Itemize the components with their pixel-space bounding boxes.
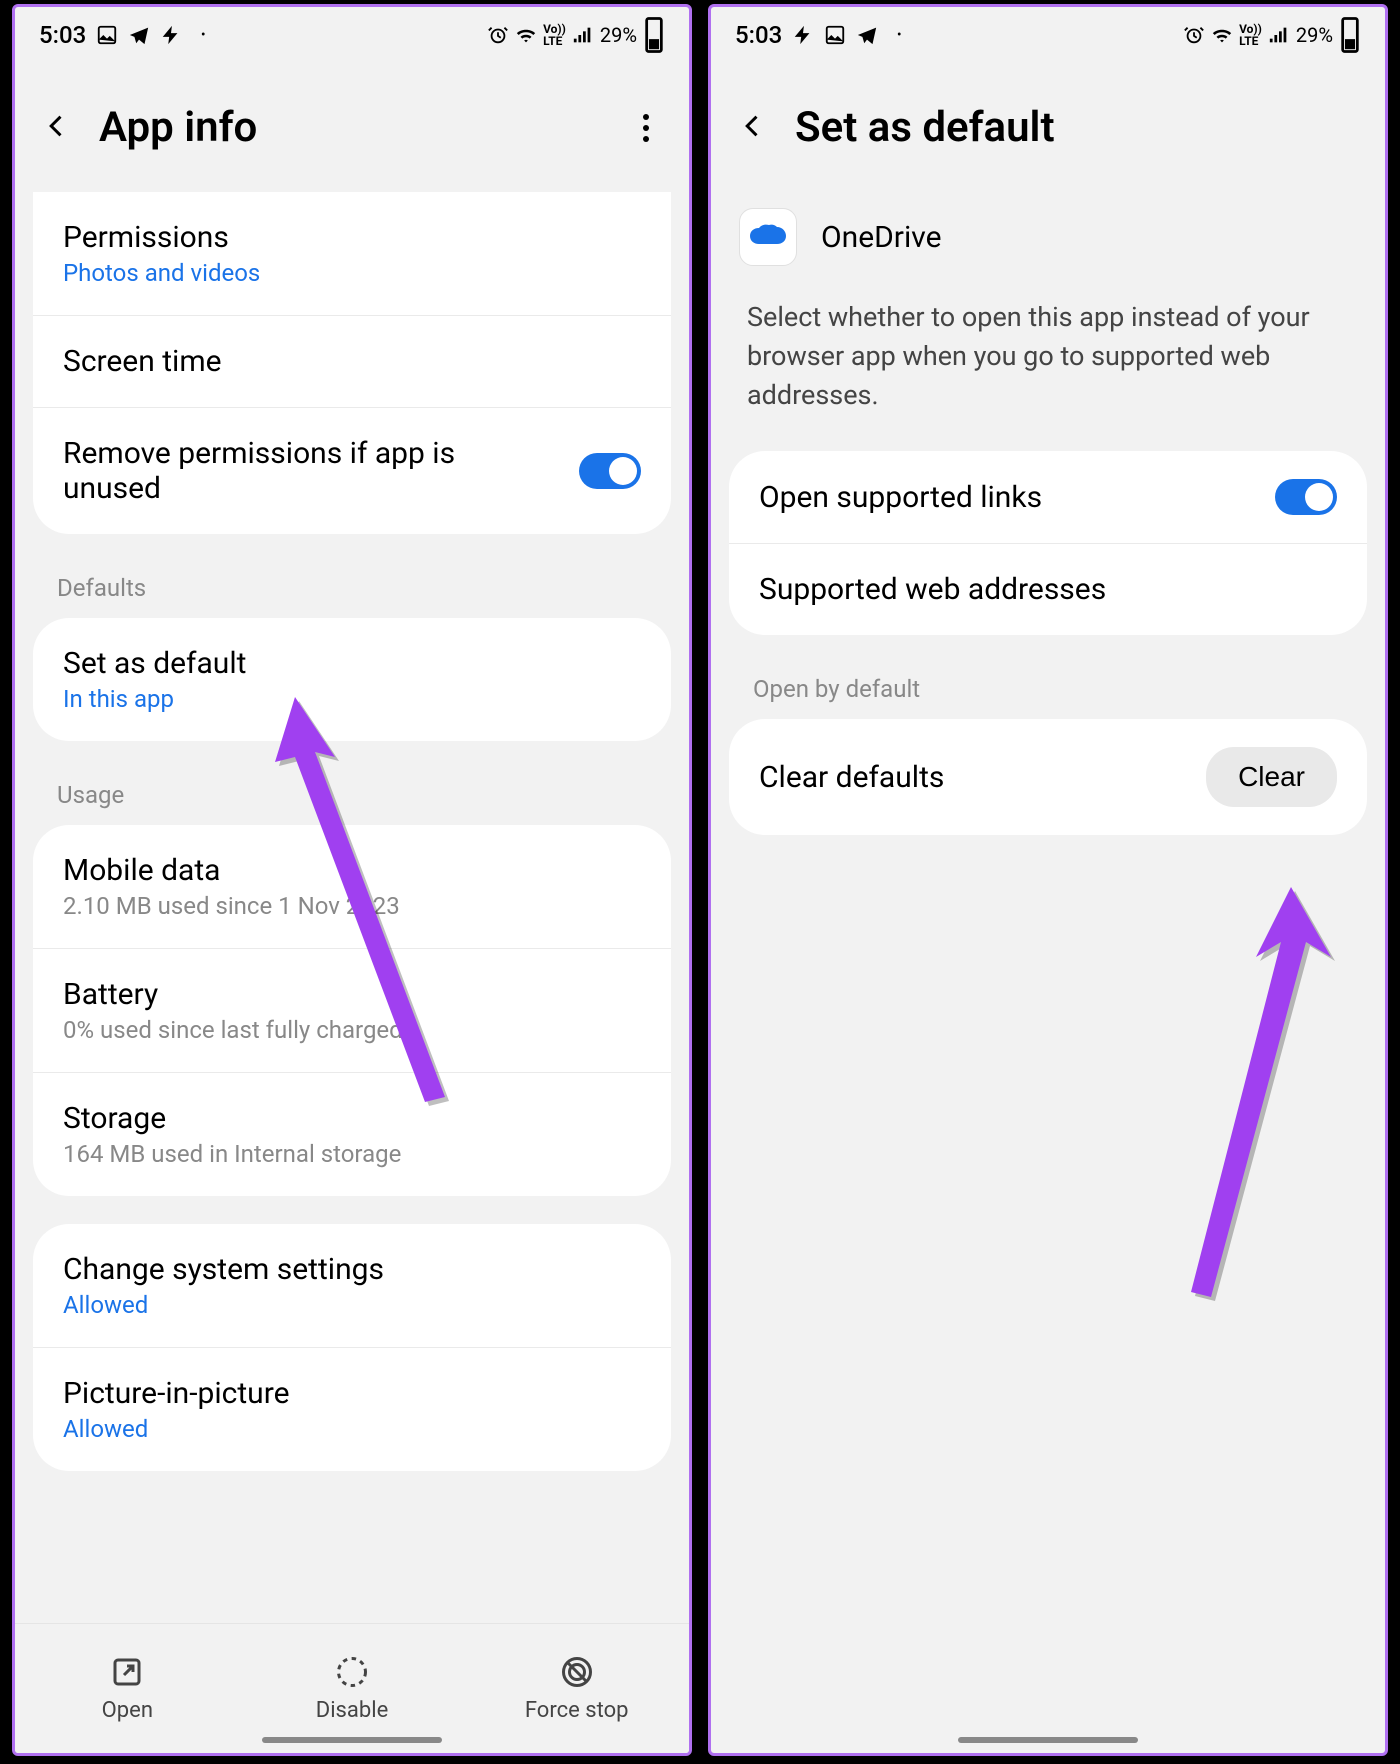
status-bar: 5:03 • Vo))LTE 29%: [711, 7, 1385, 63]
row-mobile-data[interactable]: Mobile data 2.10 MB used since 1 Nov 202…: [33, 825, 671, 948]
phone-right-set-default: 5:03 • Vo))LTE 29% Set as default OneDri…: [708, 4, 1388, 1756]
battery-icon: [1339, 24, 1361, 46]
home-indicator[interactable]: [958, 1737, 1138, 1743]
row-open-supported-links[interactable]: Open supported links: [729, 451, 1367, 543]
dot-icon: •: [888, 24, 910, 46]
row-battery[interactable]: Battery 0% used since last fully charged: [33, 948, 671, 1072]
row-supported-web-addresses[interactable]: Supported web addresses: [729, 543, 1367, 635]
gallery-icon: [96, 24, 118, 46]
page-title: App info: [99, 103, 603, 152]
more-menu-button[interactable]: [631, 114, 661, 142]
row-set-as-default[interactable]: Set as default In this app: [33, 618, 671, 741]
volte-icon: Vo))LTE: [543, 23, 566, 47]
battery-percent: 29%: [1296, 23, 1333, 47]
lightning-icon: [792, 24, 814, 46]
card-usage: Mobile data 2.10 MB used since 1 Nov 202…: [33, 825, 671, 1196]
battery-percent: 29%: [600, 23, 637, 47]
section-usage-label: Usage: [15, 769, 689, 825]
gallery-icon: [824, 24, 846, 46]
alarm-icon: [487, 24, 509, 46]
lightning-icon: [160, 24, 182, 46]
home-indicator[interactable]: [262, 1737, 442, 1743]
telegram-icon: [128, 24, 150, 46]
status-time: 5:03: [735, 21, 782, 49]
status-time: 5:03: [39, 21, 86, 49]
section-open-by-default-label: Open by default: [711, 663, 1385, 719]
row-change-system-settings[interactable]: Change system settings Allowed: [33, 1224, 671, 1347]
open-links-toggle[interactable]: [1275, 479, 1337, 515]
signal-icon: [1268, 24, 1290, 46]
row-clear-defaults: Clear defaults Clear: [729, 719, 1367, 835]
bottom-action-bar: Open Disable Force stop: [15, 1623, 689, 1753]
row-permissions[interactable]: Permissions Photos and videos: [33, 192, 671, 315]
scroll-area[interactable]: OneDrive Select whether to open this app…: [711, 192, 1385, 1753]
open-button[interactable]: Open: [15, 1624, 240, 1753]
row-remove-permissions[interactable]: Remove permissions if app is unused: [33, 407, 671, 534]
signal-icon: [572, 24, 594, 46]
disable-button[interactable]: Disable: [240, 1624, 465, 1753]
app-identity-row: OneDrive: [711, 192, 1385, 298]
clear-button[interactable]: Clear: [1206, 747, 1337, 807]
phone-left-app-info: 5:03 • Vo))LTE 29% App info Permissions: [12, 4, 692, 1756]
wifi-icon: [1211, 24, 1233, 46]
card-defaults: Set as default In this app: [33, 618, 671, 741]
page-title: Set as default: [795, 103, 1357, 152]
onedrive-icon: [739, 208, 797, 266]
volte-icon: Vo))LTE: [1239, 23, 1262, 47]
card-general: Permissions Photos and videos Screen tim…: [33, 192, 671, 534]
force-stop-button[interactable]: Force stop: [464, 1624, 689, 1753]
card-links: Open supported links Supported web addre…: [729, 451, 1367, 635]
header: Set as default: [711, 63, 1385, 192]
header: App info: [15, 63, 689, 192]
status-bar: 5:03 • Vo))LTE 29%: [15, 7, 689, 63]
battery-icon: [643, 24, 665, 46]
row-storage[interactable]: Storage 164 MB used in Internal storage: [33, 1072, 671, 1196]
app-name: OneDrive: [821, 220, 942, 255]
card-advanced: Change system settings Allowed Picture-i…: [33, 1224, 671, 1471]
card-clear-defaults: Clear defaults Clear: [729, 719, 1367, 835]
section-defaults-label: Defaults: [15, 562, 689, 618]
dot-icon: •: [192, 24, 214, 46]
row-picture-in-picture[interactable]: Picture-in-picture Allowed: [33, 1347, 671, 1471]
wifi-icon: [515, 24, 537, 46]
back-button[interactable]: [739, 112, 767, 144]
remove-permissions-toggle[interactable]: [579, 453, 641, 489]
description-text: Select whether to open this app instead …: [711, 298, 1385, 451]
scroll-area[interactable]: Permissions Photos and videos Screen tim…: [15, 192, 689, 1623]
alarm-icon: [1183, 24, 1205, 46]
back-button[interactable]: [43, 112, 71, 144]
row-screen-time[interactable]: Screen time: [33, 315, 671, 407]
telegram-icon: [856, 24, 878, 46]
